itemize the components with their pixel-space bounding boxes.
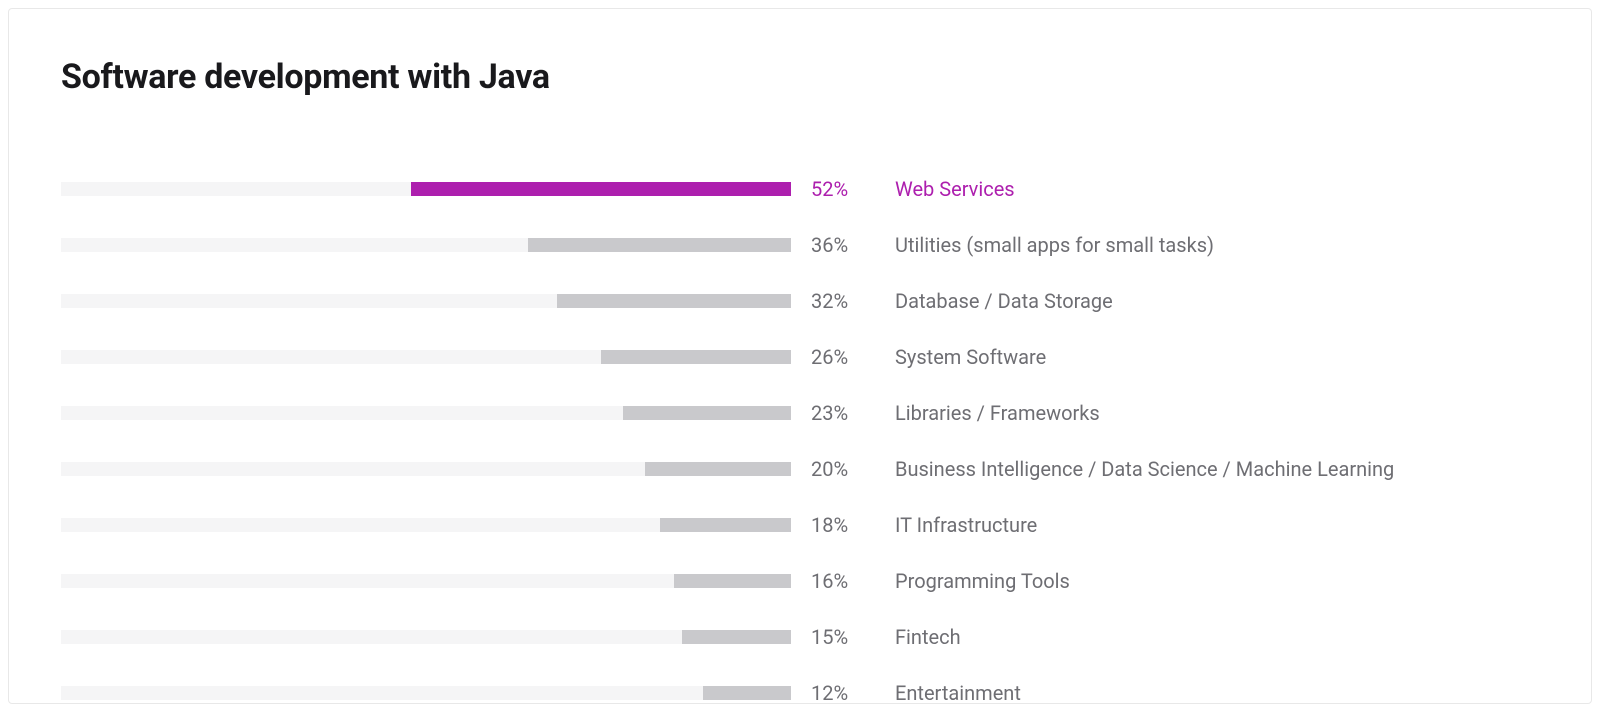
bar-percent: 12% <box>791 681 867 705</box>
bar-fill <box>682 630 792 644</box>
chart-row: 18% IT Infrastructure <box>61 513 1539 537</box>
chart-row: 20% Business Intelligence / Data Science… <box>61 457 1539 481</box>
chart-row: 15% Fintech <box>61 625 1539 649</box>
bar-percent: 15% <box>791 625 867 649</box>
bar-fill <box>528 238 791 252</box>
bar-track <box>61 686 791 700</box>
chart-rows: 52% Web Services 36% Utilities (small ap… <box>61 177 1539 705</box>
bar-percent: 23% <box>791 401 867 425</box>
bar-fill <box>674 574 791 588</box>
chart-row: 12% Entertainment <box>61 681 1539 705</box>
bar-area <box>61 294 791 308</box>
bar-fill <box>703 686 791 700</box>
bar-area <box>61 462 791 476</box>
bar-percent: 36% <box>791 233 867 257</box>
bar-fill <box>557 294 791 308</box>
chart-title: Software development with Java <box>61 57 1539 97</box>
bar-fill <box>660 518 791 532</box>
bar-label: Database / Data Storage <box>867 289 1113 313</box>
bar-area <box>61 630 791 644</box>
bar-label: Fintech <box>867 625 961 649</box>
bar-area <box>61 238 791 252</box>
bar-fill <box>645 462 791 476</box>
bar-label: Utilities (small apps for small tasks) <box>867 233 1214 257</box>
bar-label: System Software <box>867 345 1046 369</box>
bar-area <box>61 350 791 364</box>
bar-area <box>61 182 791 196</box>
bar-percent: 20% <box>791 457 867 481</box>
bar-label: Programming Tools <box>867 569 1070 593</box>
chart-card: Software development with Java 52% Web S… <box>8 8 1592 704</box>
bar-label: IT Infrastructure <box>867 513 1037 537</box>
bar-percent: 18% <box>791 513 867 537</box>
bar-label: Entertainment <box>867 681 1021 705</box>
chart-row: 26% System Software <box>61 345 1539 369</box>
chart-row: 36% Utilities (small apps for small task… <box>61 233 1539 257</box>
bar-area <box>61 686 791 700</box>
chart-row: 16% Programming Tools <box>61 569 1539 593</box>
bar-label: Web Services <box>867 177 1015 201</box>
bar-percent: 16% <box>791 569 867 593</box>
bar-percent: 26% <box>791 345 867 369</box>
bar-area <box>61 574 791 588</box>
chart-row: 32% Database / Data Storage <box>61 289 1539 313</box>
bar-fill <box>601 350 791 364</box>
bar-area <box>61 406 791 420</box>
bar-percent: 32% <box>791 289 867 313</box>
chart-row: 23% Libraries / Frameworks <box>61 401 1539 425</box>
bar-fill <box>623 406 791 420</box>
bar-fill <box>411 182 791 196</box>
bar-label: Business Intelligence / Data Science / M… <box>867 457 1394 481</box>
bar-label: Libraries / Frameworks <box>867 401 1100 425</box>
bar-area <box>61 518 791 532</box>
chart-row: 52% Web Services <box>61 177 1539 201</box>
bar-percent: 52% <box>791 177 867 201</box>
